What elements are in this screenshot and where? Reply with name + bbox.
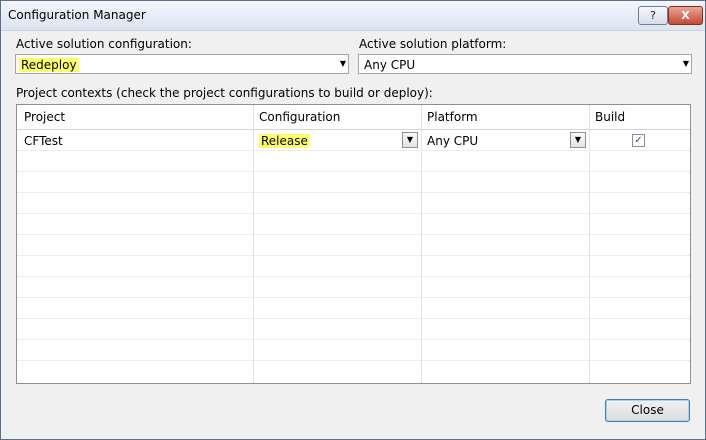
row-divider [17,150,690,151]
chevron-down-icon: ▼ [574,135,582,144]
solution-config-dropdown[interactable]: Redeploy ▼ [15,54,349,74]
column-header-configuration[interactable]: Configuration [259,110,340,124]
platform-value[interactable]: Any CPU [427,134,478,148]
title-bar: Configuration Manager ? X [1,1,705,31]
column-divider [421,105,422,383]
help-button[interactable]: ? [638,6,668,25]
platform-dropdown-button[interactable]: ▼ [570,132,586,148]
column-header-project[interactable]: Project [24,110,65,124]
column-divider [589,105,590,383]
solution-platform-value: Any CPU [364,58,416,72]
build-checkbox[interactable]: ✓ [632,134,645,147]
solution-platform-label: Active solution platform: [359,37,507,51]
row-divider [17,255,690,256]
row-divider [17,213,690,214]
row-divider [17,360,690,361]
row-divider [17,297,690,298]
chevron-down-icon: ▼ [406,135,414,144]
project-contexts-label: Project contexts (check the project conf… [16,86,433,100]
configuration-value[interactable]: Release [259,134,310,148]
solution-config-value: Redeploy [19,58,79,72]
window-close-button[interactable]: X [668,6,703,25]
configuration-manager-window: Configuration Manager ? X Active solutio… [0,0,706,440]
close-icon: X [681,9,690,22]
column-header-build[interactable]: Build [595,110,625,124]
project-contexts-grid: Project Configuration Platform Build CFT… [16,104,691,384]
solution-config-label: Active solution configuration: [16,37,192,51]
row-divider [17,171,690,172]
column-header-platform[interactable]: Platform [427,110,478,124]
solution-platform-dropdown[interactable]: Any CPU ▼ [358,54,692,74]
help-icon: ? [650,9,656,22]
row-divider [17,192,690,193]
row-divider [17,276,690,277]
chevron-down-icon: ▼ [682,59,689,68]
window-title: Configuration Manager [8,8,146,22]
configuration-dropdown-button[interactable]: ▼ [402,132,418,148]
check-icon: ✓ [634,135,643,146]
row-divider [17,339,690,340]
row-divider [17,234,690,235]
row-divider [17,318,690,319]
close-button[interactable]: Close [605,399,690,422]
project-name: CFTest [24,134,63,148]
column-divider [253,105,254,383]
chevron-down-icon: ▼ [339,59,346,68]
